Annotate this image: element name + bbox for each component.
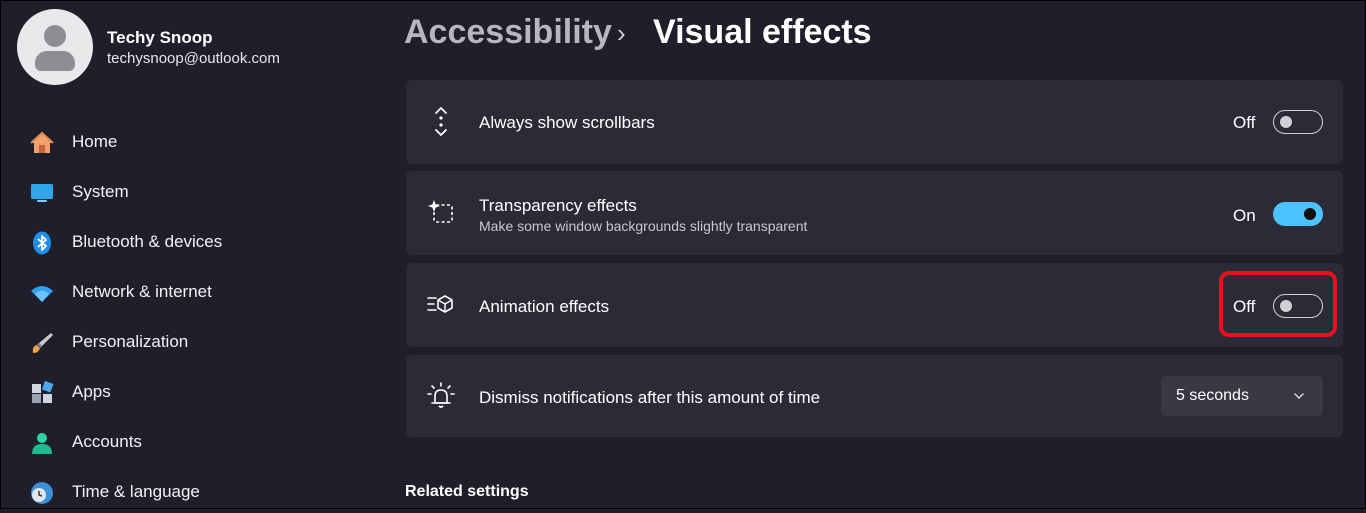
sidebar-item-label: Home: [72, 132, 118, 151]
toggle-knob: [1280, 115, 1292, 128]
animation-icon: [427, 295, 453, 313]
sidebar-item-label: Time & language: [72, 482, 200, 501]
notification-bell-icon: [427, 382, 455, 408]
setting-card-scrollbars: Always show scrollbars Off: [406, 80, 1343, 164]
sidebar-item-home[interactable]: Home: [1, 123, 381, 163]
transparency-icon: [428, 200, 453, 223]
setting-title: Dismiss notifications after this amount …: [479, 388, 821, 407]
setting-title: Animation effects: [479, 297, 610, 316]
wifi-icon: [31, 286, 53, 302]
toggle-state-label: Off: [1233, 113, 1256, 132]
sidebar-item-accounts[interactable]: Accounts: [1, 423, 381, 463]
sidebar-item-time-language[interactable]: Time & language: [1, 473, 381, 513]
sidebar-item-label: Apps: [72, 382, 111, 401]
toggle-state-label: On: [1233, 206, 1256, 225]
clock-globe-icon: [31, 482, 53, 504]
system-icon: [31, 184, 53, 202]
sidebar-item-personalization[interactable]: Personalization: [1, 323, 381, 363]
scrollbars-toggle[interactable]: [1273, 110, 1323, 134]
setting-description: Make some window backgrounds slightly tr…: [479, 218, 808, 234]
home-icon: [30, 131, 54, 153]
avatar-body: [35, 51, 75, 71]
brush-icon: [32, 333, 53, 353]
sidebar-item-network[interactable]: Network & internet: [1, 273, 381, 313]
accounts-icon: [32, 433, 52, 454]
chevron-down-icon: [1294, 393, 1304, 400]
sidebar-item-label: Network & internet: [72, 282, 212, 301]
setting-card-transparency: Transparency effects Make some window ba…: [406, 171, 1343, 255]
notification-timeout-dropdown[interactable]: 5 seconds: [1161, 376, 1323, 416]
settings-window: Techy Snoop techysnoop@outlook.com Home …: [0, 0, 1366, 509]
scrollbar-icon: [435, 107, 447, 137]
setting-title: Transparency effects: [479, 196, 637, 215]
related-settings-heading: Related settings: [405, 483, 529, 500]
highlight-box: [1219, 271, 1337, 337]
transparency-toggle[interactable]: [1273, 202, 1323, 226]
sidebar-item-label: System: [72, 182, 129, 201]
breadcrumb-separator: ›: [617, 18, 626, 48]
toggle-knob: [1304, 208, 1316, 220]
dropdown-value: 5 seconds: [1176, 387, 1249, 404]
breadcrumb-parent[interactable]: Accessibility: [404, 13, 612, 52]
sidebar-item-label: Accounts: [72, 432, 142, 451]
sidebar-item-label: Bluetooth & devices: [72, 232, 223, 251]
setting-title: Always show scrollbars: [479, 113, 655, 132]
apps-icon: [32, 381, 54, 403]
avatar[interactable]: [17, 9, 93, 85]
user-name: Techy Snoop: [107, 28, 213, 47]
sidebar-item-apps[interactable]: Apps: [1, 373, 381, 413]
bluetooth-icon: [33, 231, 51, 255]
sidebar-item-bluetooth[interactable]: Bluetooth & devices: [1, 223, 381, 263]
avatar-head: [44, 25, 66, 47]
user-email: techysnoop@outlook.com: [107, 50, 280, 67]
sidebar-item-label: Personalization: [72, 332, 189, 351]
sidebar-item-system[interactable]: System: [1, 173, 381, 213]
setting-card-animation: Animation effects Off: [406, 263, 1343, 347]
page-title: Visual effects: [653, 13, 872, 51]
